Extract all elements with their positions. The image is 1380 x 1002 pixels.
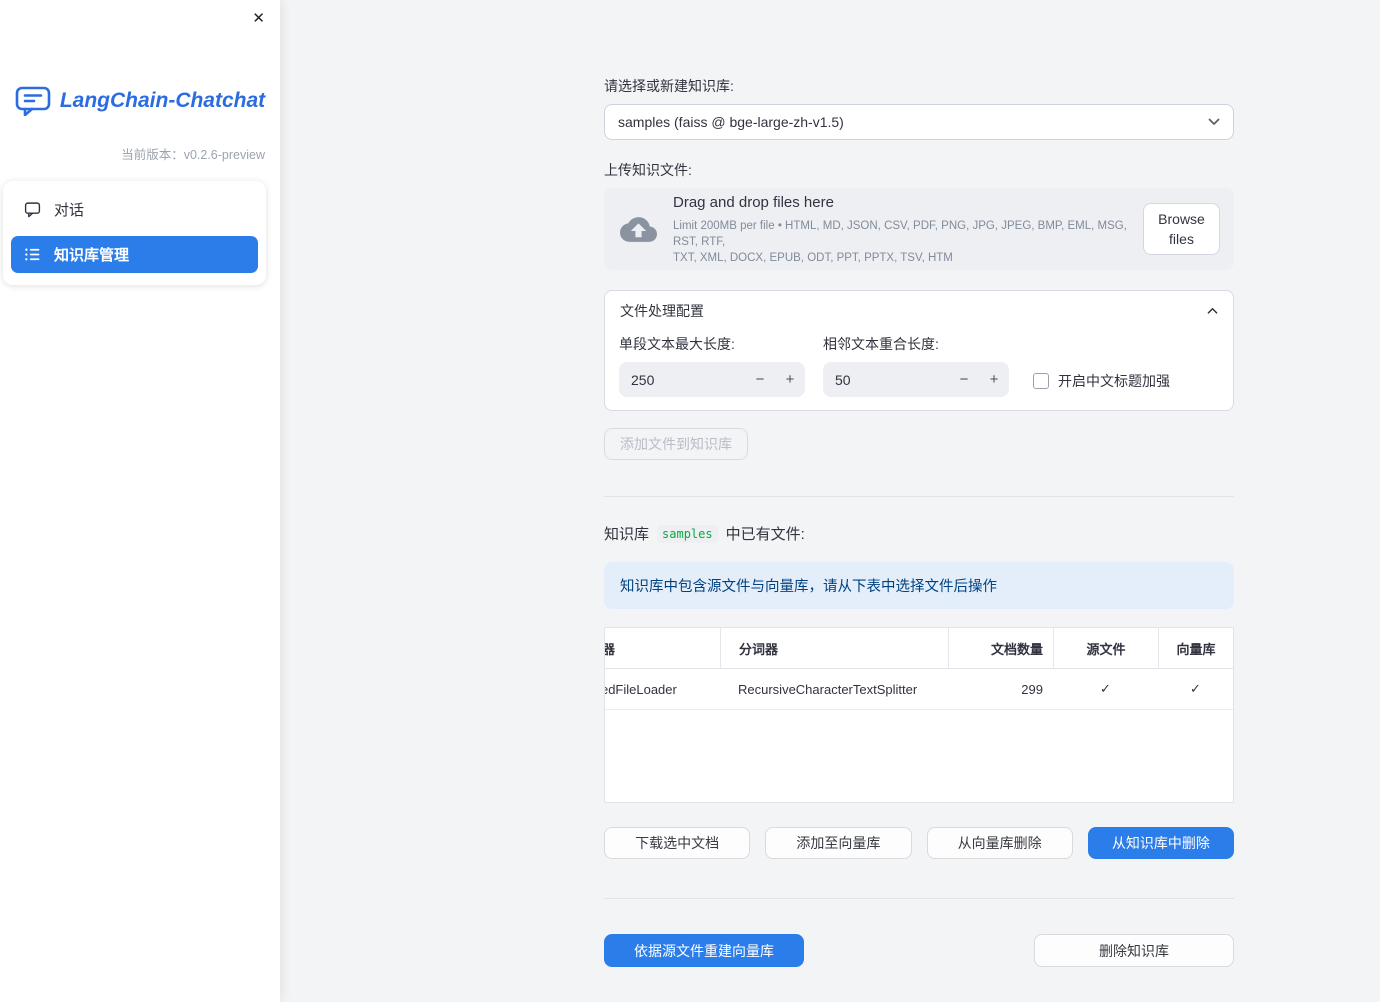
- cell-doc-count: 299: [1021, 681, 1043, 697]
- column-header-loader[interactable]: 文档加载器: [605, 639, 720, 658]
- increment-button[interactable]: +: [775, 362, 805, 397]
- chevron-down-icon: [1208, 118, 1220, 126]
- chevron-up-icon: [1207, 307, 1218, 315]
- sidebar-item-label: 对话: [54, 202, 85, 219]
- uploader-text-block: Drag and drop files here Limit 200MB per…: [673, 193, 1127, 266]
- max-length-group: 单段文本最大长度: 250 − +: [619, 334, 805, 397]
- cloud-upload-icon: [620, 211, 657, 248]
- add-files-button[interactable]: 添加文件到知识库: [604, 428, 748, 460]
- app-logo: LangChain-Chatchat: [0, 86, 280, 116]
- rebuild-vector-store-button[interactable]: 依据源文件重建向量库: [604, 934, 804, 967]
- info-alert: 知识库中包含源文件与向量库，请从下表中选择文件后操作: [604, 562, 1234, 609]
- download-selected-button[interactable]: 下载选中文档: [604, 827, 751, 859]
- uploader-limit-text: Limit 200MB per file • HTML, MD, JSON, C…: [673, 218, 1127, 266]
- list-icon: [24, 246, 41, 263]
- version-text: 当前版本：v0.2.6-preview: [0, 144, 280, 163]
- kb-files-heading: 知识库 samples 中已有文件:: [604, 523, 1234, 544]
- divider: [604, 496, 1234, 497]
- sidebar-menu: 对话 知识库管理: [3, 181, 266, 285]
- column-header-vector[interactable]: 向量库: [1158, 628, 1233, 668]
- delete-from-vector-store-button[interactable]: 从向量库删除: [926, 827, 1073, 859]
- chat-bubble-icon: [24, 201, 41, 218]
- increment-button[interactable]: +: [979, 362, 1009, 397]
- expander-title: 文件处理配置: [620, 303, 704, 319]
- expander-body: 单段文本最大长度: 250 − + 相邻文本重合长度: 50 − + 开启中文标…: [605, 331, 1233, 410]
- kb-name-code: samples: [657, 524, 718, 543]
- main-area: 请选择或新建知识库: samples (faiss @ bge-large-zh…: [280, 0, 1380, 967]
- kb-action-buttons: 依据源文件重建向量库 删除知识库: [604, 934, 1234, 967]
- table-header-row: 文档加载器 分词器 文档数量 源文件 向量库: [605, 628, 1233, 669]
- uploader-limit-line1: Limit 200MB per file • HTML, MD, JSON, C…: [673, 219, 1127, 248]
- sidebar: ✕ LangChain-Chatchat 当前版本：v0.2.6-preview…: [0, 0, 280, 1002]
- column-header-doc-count[interactable]: 文档数量: [948, 628, 1053, 668]
- table-row[interactable]: UnstructuredFileLoader RecursiveCharacte…: [605, 669, 1233, 710]
- overlap-group: 相邻文本重合长度: 50 − +: [823, 334, 1009, 397]
- checkbox-icon: [1033, 373, 1049, 389]
- overlap-label: 相邻文本重合长度:: [823, 336, 939, 352]
- kb-select-label: 请选择或新建知识库:: [604, 78, 734, 94]
- kb-selectbox[interactable]: samples (faiss @ bge-large-zh-v1.5): [604, 104, 1234, 140]
- max-length-input[interactable]: 250 − +: [619, 362, 805, 397]
- file-action-buttons: 下载选中文档 添加至向量库 从向量库删除 从知识库中删除: [604, 827, 1234, 859]
- decrement-button[interactable]: −: [745, 362, 775, 397]
- cell-source-check: ✓: [1100, 681, 1111, 696]
- max-length-label: 单段文本最大长度:: [619, 336, 735, 352]
- max-length-value: 250: [631, 371, 655, 388]
- upload-label: 上传知识文件:: [604, 162, 692, 178]
- info-alert-text: 知识库中包含源文件与向量库，请从下表中选择文件后操作: [620, 579, 997, 595]
- decrement-button[interactable]: −: [949, 362, 979, 397]
- column-header-splitter[interactable]: 分词器: [720, 628, 948, 668]
- delete-from-kb-button[interactable]: 从知识库中删除: [1087, 827, 1234, 859]
- version-value: v0.2.6-preview: [183, 148, 265, 162]
- kb-files-prefix: 知识库: [604, 526, 650, 543]
- file-config-expander: 文件处理配置 单段文本最大长度: 250 − + 相邻文本重合长度: 50 − …: [604, 290, 1234, 411]
- expander-header[interactable]: 文件处理配置: [605, 291, 1233, 331]
- browse-files-button[interactable]: Browse files: [1143, 203, 1220, 255]
- version-label: 当前版本：: [121, 148, 184, 162]
- sidebar-item-dialogue[interactable]: 对话: [11, 191, 258, 228]
- sidebar-item-label: 知识库管理: [54, 247, 130, 264]
- overlap-input[interactable]: 50 − +: [823, 362, 1009, 397]
- add-to-vector-store-button[interactable]: 添加至向量库: [765, 827, 912, 859]
- zh-title-enhance-checkbox[interactable]: 开启中文标题加强: [1033, 371, 1170, 391]
- checkbox-label: 开启中文标题加强: [1058, 373, 1170, 389]
- drag-drop-text: Drag and drop files here: [673, 193, 834, 211]
- cell-vector-check: ✓: [1190, 681, 1201, 696]
- cell-splitter: RecursiveCharacterTextSplitter: [738, 681, 918, 697]
- files-table: 文档加载器 分词器 文档数量 源文件 向量库 UnstructuredFileL…: [604, 627, 1234, 803]
- uploader-limit-line2: TXT, XML, DOCX, EPUB, ODT, PPT, PPTX, TS…: [673, 251, 953, 264]
- file-uploader-dropzone[interactable]: Drag and drop files here Limit 200MB per…: [604, 188, 1234, 270]
- cell-loader: UnstructuredFileLoader: [605, 681, 677, 697]
- kb-files-suffix: 中已有文件:: [725, 526, 805, 543]
- overlap-value: 50: [835, 371, 851, 388]
- sidebar-item-knowledge-base[interactable]: 知识库管理: [11, 236, 258, 273]
- divider: [604, 898, 1234, 899]
- logo-chat-icon: [15, 86, 51, 116]
- delete-kb-button[interactable]: 删除知识库: [1034, 934, 1234, 967]
- column-header-source[interactable]: 源文件: [1053, 628, 1158, 668]
- content-column: 请选择或新建知识库: samples (faiss @ bge-large-zh…: [604, 0, 1234, 967]
- kb-selectbox-value: samples (faiss @ bge-large-zh-v1.5): [618, 114, 844, 130]
- close-icon[interactable]: ✕: [250, 8, 267, 30]
- app-title: LangChain-Chatchat: [59, 89, 266, 112]
